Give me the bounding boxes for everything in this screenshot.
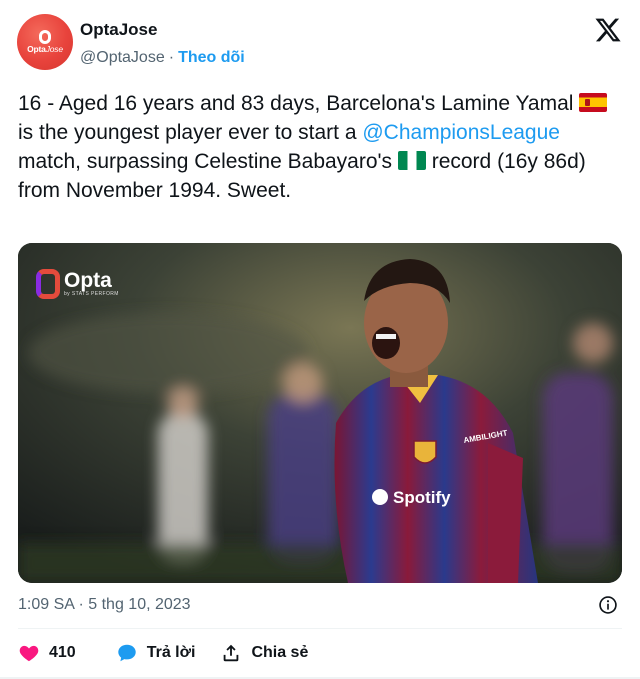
tweet-timestamp[interactable]: 1:09 SA · 5 thg 10, 2023 (18, 596, 191, 614)
like-count: 410 (49, 644, 76, 661)
reply-label: Trả lời (146, 644, 196, 661)
author-handle[interactable]: @OptaJose (80, 49, 165, 67)
reply-button[interactable]: Trả lời (116, 642, 196, 664)
tweet-actions: 410 Trả lời Chia sẻ (18, 641, 308, 665)
jersey-sponsor-text: Spotify (393, 488, 451, 507)
handle-separator: · (168, 49, 175, 66)
like-button[interactable]: 410 (18, 642, 76, 664)
share-button[interactable]: Chia sẻ (220, 642, 308, 664)
watermark-sub: by STATS PERFORM (64, 291, 119, 297)
avatar[interactable]: OptaJose (17, 14, 73, 70)
nigeria-flag-icon (397, 151, 426, 170)
watermark-brand: Opta (64, 269, 112, 292)
tweet-text-part: match, surpassing Celestine Babayaro's (18, 150, 398, 173)
tweet-card: OptaJose OptaJose @OptaJose · Theo dõi 1… (0, 0, 640, 679)
tweet-text: 16 - Aged 16 years and 83 days, Barcelon… (18, 89, 624, 205)
info-icon[interactable] (598, 595, 618, 615)
follow-button[interactable]: Theo dõi (178, 49, 245, 67)
x-logo-icon[interactable] (594, 16, 622, 44)
author-name[interactable]: OptaJose (80, 20, 157, 40)
mention-link[interactable]: @ChampionsLeague (362, 121, 560, 144)
tweet-text-part: is the youngest player ever to start a (18, 121, 363, 144)
share-upload-icon (224, 644, 239, 662)
opta-watermark: Opta by STATS PERFORM (36, 269, 119, 299)
avatar-logo-text: OptaJose (27, 44, 63, 54)
tweet-text-part: 16 - Aged 16 years and 83 days, Barcelon… (18, 92, 580, 115)
author-handle-row: @OptaJose · Theo dõi (80, 49, 245, 67)
tweet-photo[interactable]: Spotify AMBILIGHT Opta by STATS PERFORM (18, 243, 622, 583)
share-label: Chia sẻ (251, 644, 309, 661)
opta-logo-icon (39, 30, 51, 44)
heart-icon (19, 645, 39, 662)
spain-flag-icon (579, 93, 608, 112)
divider (18, 628, 622, 629)
opta-logo-icon (36, 269, 60, 299)
reply-bubble-icon (117, 644, 136, 662)
